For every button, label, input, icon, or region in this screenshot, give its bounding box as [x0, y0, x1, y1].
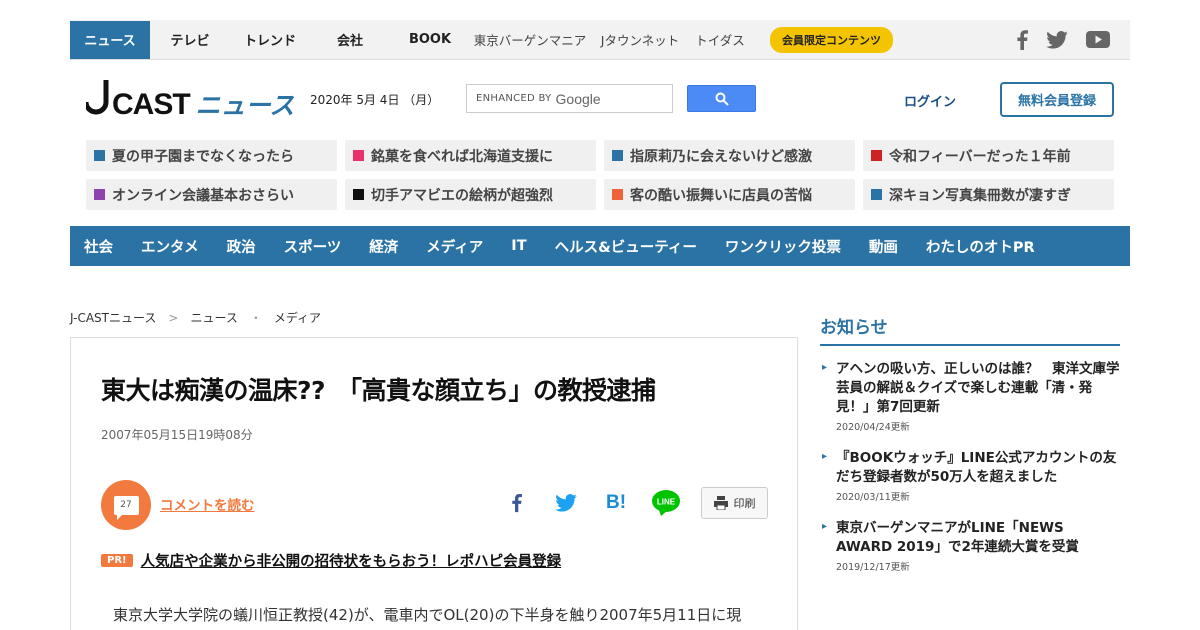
trend-tag[interactable]: 指原莉乃に会えないけど感激 [604, 140, 855, 171]
chevron-right-icon: ▸ [822, 451, 828, 462]
read-comments-link[interactable]: コメントを読む [160, 494, 255, 514]
article-body: 東京大学大学院の蟻川恒正教授(42)が、電車内でOL(20)の下半身を触り200… [113, 606, 742, 624]
tag-color-square [871, 150, 882, 161]
trend-tag[interactable]: 令和フィーバーだった１年前 [863, 140, 1114, 171]
share-buttons: B! LINE [501, 488, 681, 518]
logo-text: CAST [112, 88, 191, 121]
print-button[interactable]: 印刷 [701, 487, 768, 519]
twitter-icon[interactable] [1046, 30, 1068, 49]
trend-tag[interactable]: 深キョン写真集冊数が凄すぎ [863, 179, 1114, 210]
top-nav-jtown[interactable]: Jタウンネット [590, 21, 690, 59]
category-health-beauty[interactable]: ヘルス&ビューティー [555, 236, 697, 257]
site-logo[interactable]: CAST ニュース [86, 78, 294, 120]
youtube-icon[interactable] [1086, 31, 1110, 48]
announcements-list: ▸ アヘンの吸い方、正しいのは誰？ 東洋文庫学芸員の解説＆クイズで楽しむ連載「清… [820, 360, 1120, 589]
article: 東大は痴漢の温床?? 「高貴な顔立ち」の教授逮捕 2007年05月15日19時0… [70, 337, 798, 630]
breadcrumb-home[interactable]: J-CASTニュース [70, 309, 156, 326]
article-date: 2007年05月15日19時08分 [101, 428, 253, 442]
top-nav-bargain-mania[interactable]: 東京バーゲンマニア [470, 21, 590, 59]
facebook-icon[interactable] [1016, 29, 1028, 50]
announcement-text: アヘンの吸い方、正しいのは誰？ 東洋文庫学芸員の解説＆クイズで楽しむ連載「清・発… [836, 361, 1120, 415]
top-nav-news[interactable]: ニュース [70, 20, 150, 59]
list-item[interactable]: ▸ 『BOOKウォッチ』LINE公式アカウントの友だち登録者数が50万人を超えま… [820, 449, 1120, 503]
trend-tags: 夏の甲子園までなくなったら 銘菓を食べれば北海道支援に 指原莉乃に会えないけど感… [86, 140, 1114, 210]
tag-color-square [353, 150, 364, 161]
category-society[interactable]: 社会 [84, 236, 113, 257]
pr-banner: PR! 人気店や企業から非公開の招待状をもらおう！レポハピ会員登録 [101, 550, 561, 571]
svg-text:LINE: LINE [657, 498, 676, 507]
tag-color-square [612, 150, 623, 161]
category-sports[interactable]: スポーツ [284, 236, 342, 257]
category-video[interactable]: 動画 [869, 236, 898, 257]
pr-link[interactable]: 人気店や企業から非公開の招待状をもらおう！レポハピ会員登録 [141, 550, 562, 571]
category-politics[interactable]: 政治 [227, 236, 256, 257]
breadcrumb-category[interactable]: メディア [274, 309, 321, 326]
pr-badge: PR! [101, 554, 133, 567]
announcement-text: 『BOOKウォッチ』LINE公式アカウントの友だち登録者数が50万人を超えました [836, 450, 1117, 485]
category-entertainment[interactable]: エンタメ [141, 236, 199, 257]
hatena-bookmark-icon[interactable]: B! [601, 488, 631, 518]
search-enhanced-label: ENHANCED BY [476, 93, 552, 104]
breadcrumb-section[interactable]: ニュース [190, 309, 237, 326]
trend-tag[interactable]: 切手アマビエの絵柄が超強烈 [345, 179, 596, 210]
tag-color-square [94, 189, 105, 200]
article-title: 東大は痴漢の温床?? 「高貴な顔立ち」の教授逮捕 [101, 376, 656, 405]
category-nav: 社会 エンタメ 政治 スポーツ 経済 メディア IT ヘルス&ビューティー ワン… [70, 226, 1130, 266]
trend-tag[interactable]: 銘菓を食べれば北海道支援に [345, 140, 596, 171]
breadcrumb-separator: ・ [249, 311, 262, 325]
top-nav-tv[interactable]: テレビ [150, 21, 230, 59]
category-it[interactable]: IT [511, 238, 526, 254]
announcement-date: 2020/03/11更新 [836, 492, 910, 503]
tag-color-square [612, 189, 623, 200]
category-economy[interactable]: 経済 [369, 236, 398, 257]
register-button[interactable]: 無料会員登録 [1000, 82, 1114, 117]
announcement-text: 東京バーゲンマニアがLINE「NEWS AWARD 2019」で2年連続大賞を受… [836, 520, 1079, 555]
announcement-date: 2019/12/17更新 [836, 562, 910, 573]
top-nav-trend[interactable]: トレンド [230, 21, 310, 59]
list-item[interactable]: ▸ 東京バーゲンマニアがLINE「NEWS AWARD 2019」で2年連続大賞… [820, 519, 1120, 573]
login-link[interactable]: ログイン [904, 91, 956, 110]
announcement-date: 2020/04/24更新 [836, 422, 910, 433]
breadcrumb-separator: > [168, 310, 179, 325]
chevron-right-icon: ▸ [822, 362, 828, 373]
search-input[interactable]: ENHANCED BY Google [466, 84, 673, 113]
trend-tag[interactable]: オンライン会議基本おさらい [86, 179, 337, 210]
trend-tag[interactable]: 夏の甲子園までなくなったら [86, 140, 337, 171]
tag-color-square [871, 189, 882, 200]
sidebar-heading: お知らせ [820, 313, 1120, 346]
printer-icon [713, 496, 728, 510]
current-date: 2020年 5月 4日 （月） [310, 93, 440, 107]
list-item[interactable]: ▸ アヘンの吸い方、正しいのは誰？ 東洋文庫学芸員の解説＆クイズで楽しむ連載「清… [820, 360, 1120, 433]
chevron-right-icon: ▸ [822, 521, 828, 532]
logo-sub-text: ニュース [195, 92, 295, 120]
trend-tag[interactable]: 客の酷い振舞いに店員の苦悩 [604, 179, 855, 210]
search-button[interactable] [687, 85, 756, 112]
tag-color-square [353, 189, 364, 200]
facebook-icon[interactable] [501, 488, 531, 518]
category-media[interactable]: メディア [426, 236, 483, 257]
top-nav: ニュース テレビ トレンド 会社 BOOK 東京バーゲンマニア Jタウンネット … [70, 20, 1130, 60]
top-nav-toidas[interactable]: トイダス [690, 21, 750, 59]
line-icon[interactable]: LINE [651, 488, 681, 518]
search-icon [715, 92, 729, 106]
comment-count-badge[interactable]: 27 [101, 480, 151, 530]
top-nav-company[interactable]: 会社 [310, 21, 390, 59]
category-my-oto-pr[interactable]: わたしのオトPR [926, 236, 1035, 257]
top-nav-book[interactable]: BOOK [390, 21, 470, 59]
google-brand: Google [555, 90, 601, 107]
breadcrumb: J-CASTニュース > ニュース ・ メディア [70, 309, 321, 326]
member-content-button[interactable]: 会員限定コンテンツ [770, 26, 893, 53]
category-one-click-vote[interactable]: ワンクリック投票 [725, 236, 841, 257]
twitter-icon[interactable] [551, 488, 581, 518]
social-links [1016, 29, 1130, 50]
tag-color-square [94, 150, 105, 161]
comment-bubble-icon: 27 [113, 495, 139, 520]
